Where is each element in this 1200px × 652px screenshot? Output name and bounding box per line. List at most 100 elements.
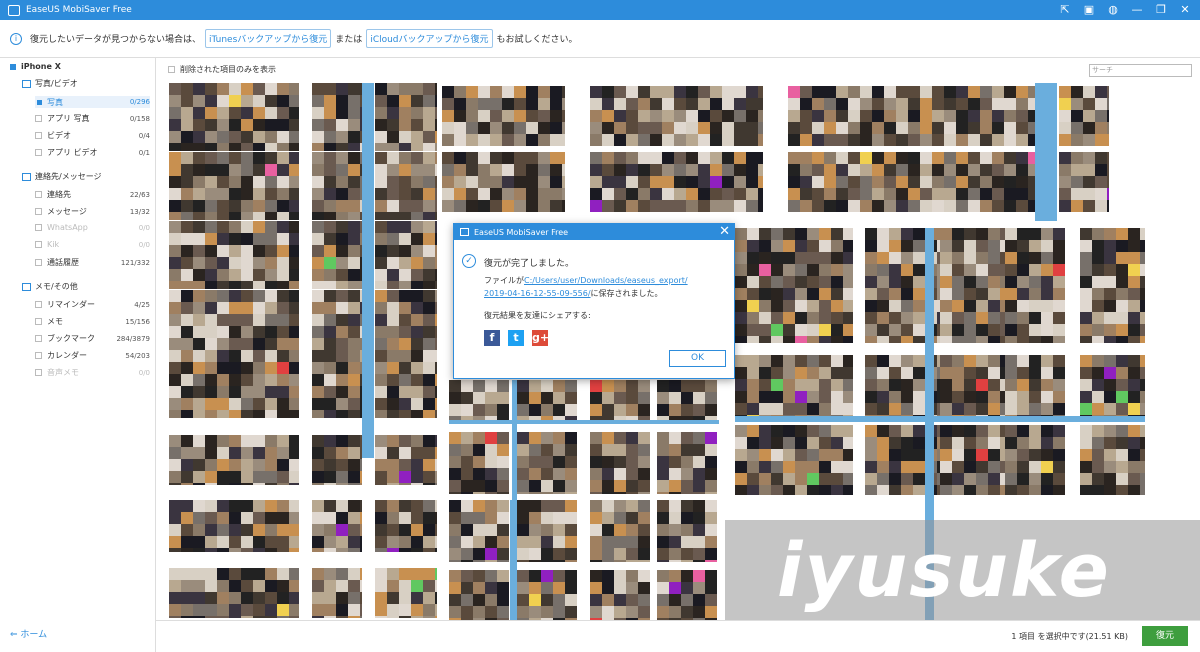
close-icon[interactable]: ✕ [1178, 3, 1192, 17]
photo-thumbnail[interactable] [657, 380, 717, 422]
photo-thumbnail[interactable] [788, 86, 1035, 146]
photo-thumbnail[interactable] [375, 500, 437, 552]
sidebar-item-bookmarks[interactable]: ブックマーク 284/3879 [35, 333, 150, 344]
minimize-icon[interactable]: — [1130, 3, 1144, 17]
twitter-icon[interactable]: t [508, 330, 524, 346]
info-icon[interactable]: ▣ [1082, 3, 1096, 17]
sidebar-item-reminders[interactable]: リマインダー 4/25 [35, 299, 150, 310]
dialog-close-icon[interactable]: ✕ [719, 224, 730, 239]
sidebar-item-photos[interactable]: 写真 0/296 [35, 96, 150, 108]
ok-button[interactable]: OK [669, 350, 726, 367]
photo-thumbnail[interactable] [735, 228, 853, 343]
google-plus-icon[interactable]: g+ [532, 330, 549, 346]
checkbox[interactable] [35, 369, 42, 376]
sidebar-item-whatsapp[interactable]: WhatsApp 0/0 [35, 223, 150, 232]
group-contacts-messages[interactable]: 連絡先/メッセージ [22, 171, 102, 182]
export-path-link-2[interactable]: 2019-04-16-12-55-09-556/ [484, 289, 591, 298]
maximize-icon[interactable]: ❐ [1154, 3, 1168, 17]
filter-checkbox[interactable] [168, 66, 175, 73]
facebook-icon[interactable]: f [484, 330, 500, 346]
photo-thumbnail[interactable] [169, 568, 299, 618]
photo-thumbnail[interactable] [312, 83, 362, 151]
photo-thumbnail[interactable] [1080, 228, 1145, 343]
globe-icon[interactable]: ◍ [1106, 3, 1120, 17]
photo-thumbnail[interactable] [169, 152, 299, 220]
deleted-only-filter[interactable]: 削除された項目のみを表示 [168, 64, 276, 75]
photo-thumbnail[interactable] [312, 435, 362, 485]
checkbox[interactable] [35, 224, 42, 231]
itunes-backup-button[interactable]: iTunesバックアップから復元 [205, 29, 332, 48]
photo-thumbnail[interactable] [375, 83, 437, 151]
photo-thumbnail[interactable] [169, 83, 299, 151]
photo-thumbnail[interactable] [517, 570, 577, 620]
photo-thumbnail[interactable] [735, 355, 853, 418]
sidebar-item-video[interactable]: ビデオ 0/4 [35, 130, 150, 141]
photo-thumbnail[interactable] [312, 152, 362, 220]
device-checkbox[interactable] [10, 63, 16, 70]
checkbox[interactable] [35, 259, 42, 266]
photo-thumbnail[interactable] [1005, 228, 1065, 343]
checkbox[interactable] [35, 301, 42, 308]
photo-thumbnail[interactable] [375, 350, 437, 418]
photo-thumbnail[interactable] [590, 570, 650, 620]
photo-thumbnail[interactable] [375, 435, 437, 485]
photo-thumbnail[interactable] [590, 152, 763, 212]
photo-thumbnail[interactable] [517, 380, 577, 422]
export-icon[interactable]: ⇱ [1058, 3, 1072, 17]
checkbox[interactable] [35, 115, 42, 122]
checkbox[interactable] [35, 191, 42, 198]
photo-thumbnail[interactable] [1080, 425, 1145, 495]
sidebar-item-messages[interactable]: メッセージ 13/32 [35, 206, 150, 217]
photo-thumbnail[interactable] [169, 221, 299, 289]
group-photos-video[interactable]: 写真/ビデオ [22, 78, 78, 89]
photo-thumbnail[interactable] [735, 425, 853, 495]
photo-thumbnail[interactable] [449, 570, 509, 620]
photo-thumbnail[interactable] [590, 432, 650, 494]
photo-thumbnail[interactable] [312, 500, 362, 552]
photo-thumbnail[interactable] [1059, 152, 1109, 212]
sidebar-item-voice-memos[interactable]: 音声メモ 0/0 [35, 367, 150, 378]
photo-thumbnail[interactable] [590, 86, 763, 146]
photo-thumbnail[interactable] [375, 152, 437, 220]
photo-thumbnail[interactable] [375, 568, 437, 618]
photo-thumbnail[interactable] [788, 152, 1035, 212]
sidebar-item-app-photos[interactable]: アプリ 写真 0/158 [35, 113, 150, 124]
photo-thumbnail[interactable] [1059, 86, 1109, 146]
group-memos-other[interactable]: メモ/その他 [22, 281, 78, 292]
restore-button[interactable]: 復元 [1142, 626, 1188, 646]
photo-thumbnail[interactable] [312, 350, 362, 418]
sidebar-item-contacts[interactable]: 連絡先 22/63 [35, 189, 150, 200]
checkbox[interactable] [37, 99, 42, 105]
checkbox[interactable] [35, 241, 42, 248]
sidebar-item-notes[interactable]: メモ 15/156 [35, 316, 150, 327]
photo-thumbnail[interactable] [1005, 355, 1065, 418]
checkbox[interactable] [35, 208, 42, 215]
photo-thumbnail[interactable] [169, 350, 299, 418]
checkbox[interactable] [35, 352, 42, 359]
device-node[interactable]: iPhone X [10, 62, 61, 71]
photo-thumbnail[interactable] [590, 500, 650, 562]
photo-thumbnail[interactable] [375, 290, 437, 358]
photo-thumbnail[interactable] [375, 221, 437, 289]
sidebar-item-calendar[interactable]: カレンダー 54/203 [35, 350, 150, 361]
sidebar-item-app-video[interactable]: アプリ ビデオ 0/1 [35, 147, 150, 158]
photo-thumbnail[interactable] [657, 570, 717, 620]
photo-thumbnail[interactable] [442, 86, 565, 146]
sidebar-item-call-history[interactable]: 通話履歴 121/332 [35, 257, 150, 268]
photo-thumbnail[interactable] [657, 500, 717, 562]
photo-thumbnail[interactable] [449, 432, 509, 494]
checkbox[interactable] [35, 149, 42, 156]
icloud-backup-button[interactable]: iCloudバックアップから復元 [366, 29, 493, 48]
photo-thumbnail[interactable] [449, 380, 509, 422]
search-input[interactable]: サーチ [1089, 64, 1192, 77]
photo-thumbnail[interactable] [590, 380, 650, 422]
checkbox[interactable] [35, 318, 42, 325]
photo-thumbnail[interactable] [657, 432, 717, 494]
photo-thumbnail[interactable] [312, 221, 362, 289]
photo-thumbnail[interactable] [449, 500, 509, 562]
photo-thumbnail[interactable] [442, 152, 565, 212]
checkbox[interactable] [35, 335, 42, 342]
photo-thumbnail[interactable] [1080, 355, 1145, 418]
sidebar-item-kik[interactable]: Kik 0/0 [35, 240, 150, 249]
photo-thumbnail[interactable] [517, 500, 577, 562]
